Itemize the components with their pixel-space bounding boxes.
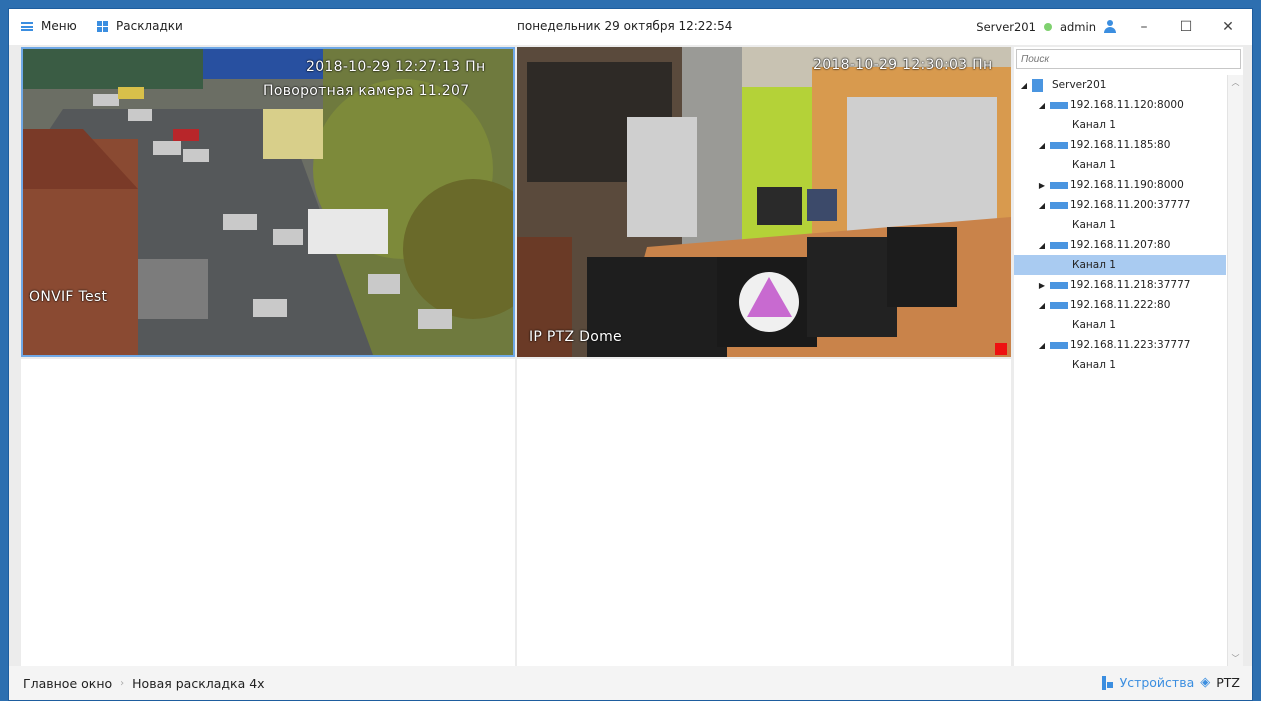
collapse-arrow-icon[interactable]: ◢ xyxy=(1034,341,1050,350)
title-bar: Меню Раскладки понедельник 29 октября 12… xyxy=(9,9,1252,45)
tree-node-label: Канал 1 xyxy=(1072,359,1116,371)
expand-arrow-icon[interactable]: ▶ xyxy=(1034,181,1050,190)
video-cell-2[interactable]: 2018-10-29 12:30:03 Пн IP PTZ Dome xyxy=(517,47,1011,357)
camera-device-icon xyxy=(1050,241,1068,249)
status-bar: Главное окно › Новая раскладка 4x Устрой… xyxy=(9,666,1252,700)
close-button[interactable]: ✕ xyxy=(1214,19,1242,35)
tree-node-label: Канал 1 xyxy=(1072,319,1116,331)
recorder-device-icon xyxy=(1050,181,1068,189)
collapse-arrow-icon[interactable]: ◢ xyxy=(1034,201,1050,210)
ptz-tab[interactable]: PTZ xyxy=(1216,675,1240,690)
maximize-button[interactable]: ☐ xyxy=(1172,19,1200,35)
tree-channel[interactable]: Канал 1 xyxy=(1014,115,1226,135)
scroll-up-icon[interactable]: ︿ xyxy=(1228,75,1243,91)
tree-channel[interactable]: Канал 1 xyxy=(1014,315,1226,335)
menu-label: Меню xyxy=(41,19,77,33)
server-name: Server201 xyxy=(976,20,1036,34)
tree-node-label: Канал 1 xyxy=(1072,159,1116,171)
tree-device[interactable]: ◢ 192.168.11.185:80 xyxy=(1014,135,1226,155)
camera-device-icon xyxy=(1050,141,1068,149)
tree-node-label: Server201 xyxy=(1052,79,1107,91)
tree-node-label: 192.168.11.190:8000 xyxy=(1070,179,1184,191)
collapse-arrow-icon[interactable]: ◢ xyxy=(1034,241,1050,250)
tree-device[interactable]: ▶ 192.168.11.190:8000 xyxy=(1014,175,1226,195)
tree-device[interactable]: ◢ 192.168.11.120:8000 xyxy=(1014,95,1226,115)
tree-device[interactable]: ◢ 192.168.11.223:37777 xyxy=(1014,335,1226,355)
tree-device[interactable]: ◢ 192.168.11.207:80 xyxy=(1014,235,1226,255)
grid-icon xyxy=(97,20,108,32)
tree-device[interactable]: ◢ 192.168.11.200:37777 xyxy=(1014,195,1226,215)
camera-name: ONVIF Test xyxy=(29,289,108,305)
camera-device-icon xyxy=(1050,301,1068,309)
camera-device-icon xyxy=(1050,101,1068,109)
tree-node-label: 192.168.11.222:80 xyxy=(1070,299,1171,311)
tree-device[interactable]: ▶ 192.168.11.218:37777 xyxy=(1014,275,1226,295)
camera-device-icon xyxy=(1050,201,1068,209)
datetime-display: понедельник 29 октября 12:22:54 xyxy=(517,19,733,33)
user-name[interactable]: admin xyxy=(1060,20,1096,34)
user-icon[interactable] xyxy=(1104,20,1116,34)
devices-tab[interactable]: Устройства xyxy=(1120,675,1195,690)
tree-channel[interactable]: Канал 1 xyxy=(1014,355,1226,375)
collapse-arrow-icon[interactable]: ◢ xyxy=(1034,301,1050,310)
status-actions: Устройства ◈ PTZ xyxy=(1101,675,1240,690)
tree-channel-selected[interactable]: Канал 1 xyxy=(1014,255,1226,275)
search-input[interactable] xyxy=(1016,49,1241,69)
tree-node-label: 192.168.11.200:37777 xyxy=(1070,199,1191,211)
breadcrumb-main-window[interactable]: Главное окно xyxy=(23,676,112,691)
server-icon xyxy=(1032,78,1043,92)
tree-server[interactable]: ◢ Server201 xyxy=(1014,75,1226,95)
tree-device[interactable]: ◢ 192.168.11.222:80 xyxy=(1014,295,1226,315)
device-panel: ◢ Server201 ◢ 192.168.11.120:8000 Канал … xyxy=(1014,47,1243,667)
tree-node-label: Канал 1 xyxy=(1072,119,1116,131)
tree-node-label: 192.168.11.207:80 xyxy=(1070,239,1171,251)
camera-device-icon xyxy=(1050,341,1068,349)
tree-scrollbar[interactable]: ︿ ﹀ xyxy=(1227,75,1243,667)
collapse-arrow-icon[interactable]: ◢ xyxy=(1034,141,1050,150)
hamburger-icon xyxy=(21,21,33,31)
video-cell-4-empty[interactable] xyxy=(517,359,1011,667)
ptz-icon[interactable]: ◈ xyxy=(1200,675,1210,690)
camera-title: Поворотная камера 11.207 xyxy=(263,83,470,99)
tree-node-label: Канал 1 xyxy=(1072,219,1116,231)
scroll-down-icon[interactable]: ﹀ xyxy=(1228,651,1243,667)
breadcrumb-layout[interactable]: Новая раскладка 4x xyxy=(132,676,264,691)
video-cell-1[interactable]: 2018-10-29 12:27:13 Пн Поворотная камера… xyxy=(21,47,515,357)
camera-feed-office xyxy=(517,47,1011,357)
devices-icon[interactable] xyxy=(1101,675,1114,690)
expand-arrow-icon[interactable]: ▶ xyxy=(1034,281,1050,290)
breadcrumb-separator-icon: › xyxy=(120,678,125,689)
collapse-arrow-icon[interactable]: ◢ xyxy=(1034,101,1050,110)
main-window: Меню Раскладки понедельник 29 октября 12… xyxy=(8,8,1253,701)
tree-channel[interactable]: Канал 1 xyxy=(1014,155,1226,175)
titlebar-right: Server201 admin – ☐ ✕ xyxy=(976,19,1242,35)
camera-name: IP PTZ Dome xyxy=(529,329,622,345)
menu-button[interactable]: Меню xyxy=(21,19,77,33)
camera-timestamp: 2018-10-29 12:30:03 Пн xyxy=(813,57,993,73)
tree-channel[interactable]: Канал 1 xyxy=(1014,215,1226,235)
tree-node-label: Канал 1 xyxy=(1072,259,1116,271)
online-status-icon xyxy=(1043,23,1052,31)
tree-node-label: 192.168.11.120:8000 xyxy=(1070,99,1184,111)
tree-node-label: 192.168.11.218:37777 xyxy=(1070,279,1191,291)
device-tree: ◢ Server201 ◢ 192.168.11.120:8000 Канал … xyxy=(1014,75,1226,375)
video-grid: 2018-10-29 12:27:13 Пн Поворотная камера… xyxy=(21,47,1011,667)
layouts-button[interactable]: Раскладки xyxy=(97,19,183,33)
video-cell-3-empty[interactable] xyxy=(21,359,515,667)
tree-node-label: 192.168.11.223:37777 xyxy=(1070,339,1191,351)
camera-timestamp: 2018-10-29 12:27:13 Пн xyxy=(306,59,486,75)
tree-node-label: 192.168.11.185:80 xyxy=(1070,139,1171,151)
recording-indicator-icon xyxy=(995,343,1007,355)
breadcrumb: Главное окно › Новая раскладка 4x xyxy=(23,676,265,691)
minimize-button[interactable]: – xyxy=(1130,19,1158,35)
collapse-arrow-icon[interactable]: ◢ xyxy=(1016,81,1032,90)
recorder-device-icon xyxy=(1050,281,1068,289)
layouts-label: Раскладки xyxy=(116,19,183,33)
